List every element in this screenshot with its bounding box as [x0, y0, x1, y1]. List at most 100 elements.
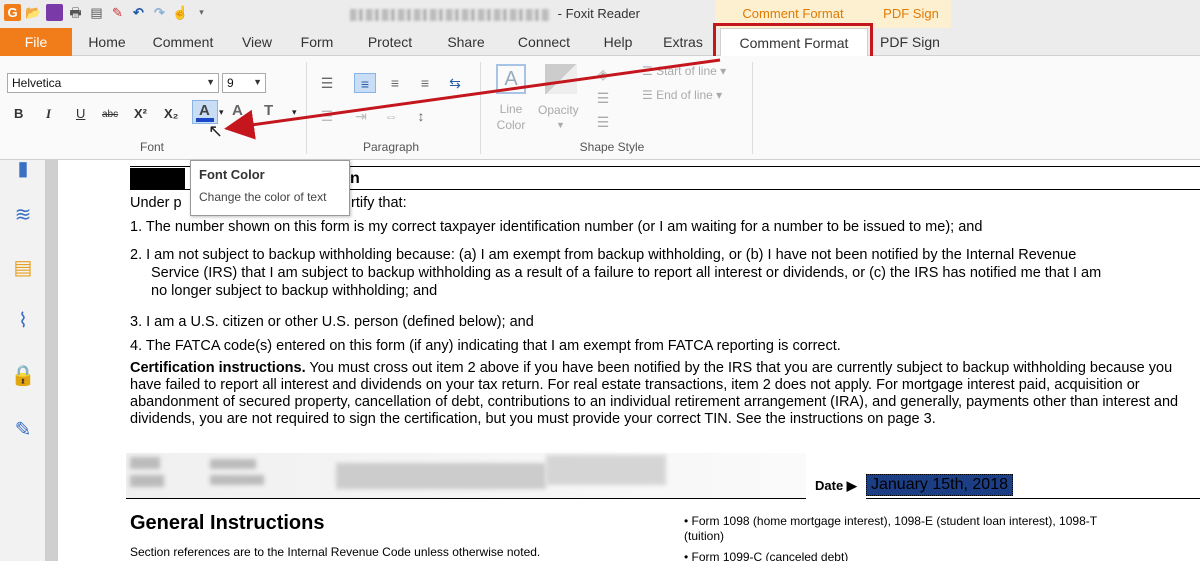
tab-form[interactable]: Form	[290, 28, 344, 56]
context-header-comment-format: Comment Format	[715, 0, 871, 28]
redacted-filename	[350, 8, 550, 21]
fill-color-icon[interactable]: ◈	[592, 64, 614, 84]
comments-icon[interactable]: ▤	[10, 255, 36, 281]
form-1098-item-cont: (tuition)	[684, 529, 725, 543]
tab-comment-format[interactable]: Comment Format	[720, 28, 868, 57]
start-of-line-label: Start of line	[656, 64, 717, 78]
text-style-glyph[interactable]: T	[264, 102, 273, 119]
navigation-panel: ▮ ≋ ▤ ⌇ 🔒 ✎	[0, 158, 46, 561]
chevron-down-icon[interactable]: ▼	[556, 120, 565, 130]
hand-tool-icon[interactable]: ☝	[172, 4, 189, 21]
line-width-icon[interactable]: ☰	[592, 112, 614, 132]
underline-button[interactable]: U	[76, 106, 85, 121]
bullet-list-icon[interactable]: ☰	[316, 73, 338, 93]
line-spacing-icon[interactable]: ↕	[410, 106, 432, 126]
mouse-cursor-icon: ↖	[208, 121, 224, 141]
start-of-line-select[interactable]: ☰ Start of line ▾	[642, 64, 726, 78]
group-separator	[752, 62, 753, 154]
end-of-line-select[interactable]: ☰ End of line ▾	[642, 88, 722, 102]
save-icon[interactable]	[46, 4, 63, 21]
font-color-tooltip: Font Color Change the color of text	[190, 160, 350, 216]
layers-icon[interactable]: ≋	[10, 202, 36, 228]
new-file-icon[interactable]: ✎	[109, 4, 126, 21]
page-gutter	[46, 160, 58, 561]
opacity-label[interactable]: Opacity	[538, 103, 579, 117]
lock-icon[interactable]: 🔒	[10, 363, 36, 389]
strikethrough-button[interactable]: abc	[102, 109, 118, 120]
window-title: - Foxit Reader	[350, 6, 640, 21]
font-color-glyph: A	[199, 102, 210, 119]
form-1099c-item: • Form 1099-C (canceled debt)	[684, 550, 849, 561]
chevron-down-icon[interactable]: ▾	[219, 107, 224, 118]
superscript-button[interactable]: X²	[134, 106, 147, 121]
cert-item-3: 3. I am a U.S. citizen or other U.S. per…	[130, 314, 534, 330]
cert-item-4: 4. The FATCA code(s) entered on this for…	[130, 338, 841, 354]
chevron-down-icon: ▼	[253, 77, 262, 87]
under-penalties-start: Under p	[130, 195, 182, 211]
line-color-icon[interactable]: A	[496, 64, 526, 94]
undo-icon[interactable]: ↶	[130, 4, 147, 21]
text-highlight-glyph[interactable]: A	[232, 102, 243, 119]
context-header-pdf-sign: PDF Sign	[871, 0, 951, 28]
ribbon-tabs: File Home Comment View Form Protect Shar…	[0, 28, 1200, 80]
app-name: - Foxit Reader	[557, 6, 640, 21]
align-left-icon[interactable]: ≡	[354, 73, 376, 93]
ribbon-comment-format: Helvetica ▼ 9 ▼ B I U abc X² X₂ A ▾ A T …	[0, 56, 1200, 160]
tab-share[interactable]: Share	[436, 28, 496, 56]
customize-caret-icon[interactable]: ▾	[193, 4, 210, 21]
tab-file[interactable]: File	[0, 28, 72, 56]
font-size-select[interactable]: 9 ▼	[222, 73, 266, 93]
signature-icon[interactable]: ✎	[10, 417, 36, 443]
character-spacing-icon[interactable]: ⇔	[380, 106, 402, 126]
paragraph-group-label: Paragraph	[362, 140, 420, 154]
font-group-label: Font	[139, 140, 164, 154]
tab-connect[interactable]: Connect	[508, 28, 580, 56]
font-size-value: 9	[227, 76, 234, 90]
tab-view[interactable]: View	[230, 28, 284, 56]
redo-icon[interactable]: ↷	[151, 4, 168, 21]
group-separator	[480, 62, 481, 154]
signature-rule	[126, 498, 806, 499]
decrease-indent-icon[interactable]: ☰	[316, 106, 338, 126]
increase-indent-icon[interactable]: ⇥	[350, 106, 372, 126]
form-1098-item: • Form 1098 (home mortgage interest), 10…	[684, 514, 1098, 528]
certification-title: Certification instructions.	[130, 360, 306, 376]
font-name-select[interactable]: Helvetica ▼	[7, 73, 219, 93]
cert-item-2-line-3: no longer subject to backup withholding;…	[151, 283, 438, 299]
line-color-label[interactable]: Line Color	[485, 101, 537, 133]
bookmarks-icon[interactable]: ▮	[10, 156, 36, 182]
tab-help[interactable]: Help	[594, 28, 642, 56]
attachments-icon[interactable]: ⌇	[10, 308, 36, 334]
print-icon[interactable]: 🖶	[67, 4, 84, 21]
end-of-line-label: End of line	[656, 88, 713, 102]
align-right-icon[interactable]: ≡	[414, 73, 436, 93]
properties-icon[interactable]: ▤	[88, 4, 105, 21]
chevron-down-icon[interactable]: ▾	[292, 107, 297, 118]
tab-home[interactable]: Home	[78, 28, 136, 56]
align-center-icon[interactable]: ≡	[384, 73, 406, 93]
part-title-fragment: n	[350, 170, 360, 187]
italic-button[interactable]: I	[46, 106, 51, 122]
general-instructions-title: General Instructions	[130, 512, 325, 534]
line-style-icon[interactable]: ☰	[592, 88, 614, 108]
cert-item-1: 1. The number shown on this form is my c…	[130, 219, 983, 235]
date-field[interactable]: January 15th, 2018	[866, 474, 1013, 496]
subscript-button[interactable]: X₂	[164, 106, 178, 121]
quick-access-toolbar: G 📂 🖶 ▤ ✎ ↶ ↷ ☝ ▾	[4, 4, 210, 21]
shape-style-group-label: Shape Style	[579, 140, 645, 154]
bold-button[interactable]: B	[14, 106, 23, 121]
group-separator	[306, 62, 307, 154]
date-rule	[866, 498, 1200, 499]
general-instructions-text: Section references are to the Internal R…	[130, 545, 541, 559]
chevron-down-icon: ▼	[206, 77, 215, 87]
redacted-signature	[126, 453, 806, 498]
tab-comment[interactable]: Comment	[142, 28, 224, 56]
justify-icon[interactable]: ⇆	[444, 73, 466, 93]
opacity-icon[interactable]	[545, 64, 577, 94]
open-folder-icon[interactable]: 📂	[25, 4, 42, 21]
tooltip-description: Change the color of text	[199, 190, 327, 204]
tab-extras[interactable]: Extras	[655, 28, 711, 56]
tab-pdf-sign[interactable]: PDF Sign	[876, 28, 944, 56]
date-label: Date ▶	[815, 478, 857, 493]
tab-protect[interactable]: Protect	[356, 28, 424, 56]
